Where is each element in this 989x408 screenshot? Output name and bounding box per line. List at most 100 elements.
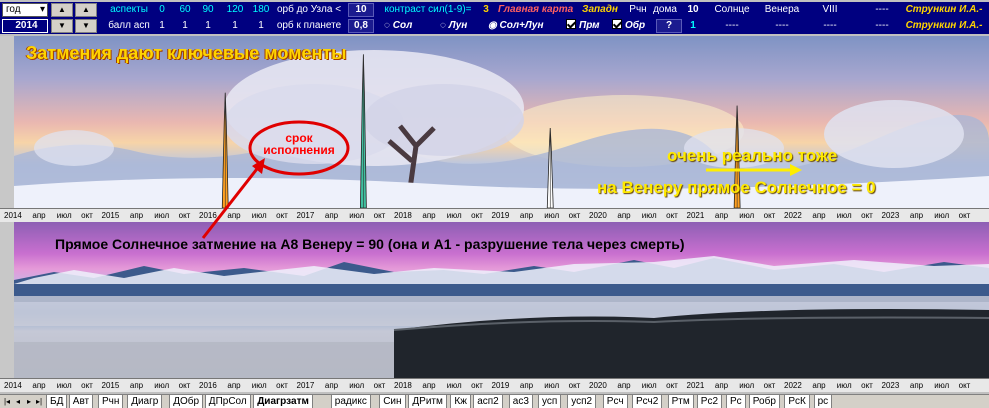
axis-year-label: 2018 (394, 381, 412, 390)
contrast-value[interactable]: 3 (480, 2, 492, 18)
axis-year-label: 2022 (784, 381, 802, 390)
axis-year-label: 2017 (296, 211, 315, 220)
axis-month-label: окт (763, 381, 776, 390)
option-moon[interactable]: ◌ Лун (440, 18, 480, 34)
orb-node-value[interactable]: 10 (348, 3, 374, 17)
sheet-tab[interactable]: БД (46, 395, 68, 408)
point-120[interactable]: 1 (224, 18, 246, 34)
axis-month-label: окт (471, 211, 483, 220)
deadline-oval-text: срок исполнения (263, 131, 335, 157)
sheet-tab[interactable]: Авт (68, 395, 94, 408)
scroll-down-button-2[interactable]: ▼ (75, 19, 97, 33)
axis-year-label: 2020 (589, 381, 607, 390)
checkbox-reverse[interactable]: Обр (612, 18, 652, 34)
time-axis-bottom: 2014 апр июл окт 2015 апр июл окт 2016 апр июл окт 2… (0, 378, 989, 392)
axis-month-label: июл (544, 381, 560, 390)
sun-label: Солнце (714, 4, 750, 15)
axis-month-label: окт (666, 211, 678, 220)
scroll-up-button[interactable]: ▲ (51, 3, 73, 17)
sheet-tab[interactable]: радикс (330, 395, 371, 408)
aspect-0: 0 (159, 4, 165, 15)
axis-year-label: 2023 (881, 381, 900, 390)
houses-value[interactable]: 10 (684, 2, 702, 18)
axis-month-label: июл (739, 211, 755, 220)
contrast-label: контраст сил(1-9)= (384, 4, 472, 15)
axis-year-label: 2016 (199, 381, 217, 390)
author-label-2: Стрункин И.А.- (905, 20, 983, 31)
option-sun[interactable]: ◌ Сол (384, 18, 424, 34)
sheet-tab[interactable]: Робр (748, 395, 780, 408)
axis-month-label: апр (812, 211, 826, 220)
axis-year-label: 2014 (4, 381, 22, 390)
chevron-down-icon: ▾ (39, 4, 45, 15)
axis-month-label: окт (373, 211, 386, 220)
axis-month-label: апр (129, 381, 144, 390)
note-main: Прямое Солнечное затмение на А8 Венеру =… (55, 236, 685, 252)
aspect-120: 120 (226, 4, 244, 15)
axis-month-label: апр (227, 211, 241, 220)
sheet-tab[interactable]: Рс2 (696, 395, 723, 408)
sheet-tab[interactable]: ДОбр (169, 395, 204, 408)
axis-year-label: 2015 (101, 381, 120, 390)
axis-month-label: июл (446, 211, 462, 220)
aspect-90: 90 (202, 4, 214, 15)
axis-month-label: апр (909, 211, 924, 220)
sheet-tab[interactable]: Рс (726, 395, 746, 408)
last-sheet-icon[interactable]: ▸| (34, 395, 44, 408)
sheet-tab[interactable]: усп (538, 395, 562, 408)
sheet-tab[interactable]: усп2 (567, 395, 597, 408)
axis-year-label: 2015 (101, 211, 120, 220)
axis-month-label: окт (958, 211, 971, 220)
houses-label: дома (653, 4, 677, 15)
rchn-label: Рчн (629, 4, 647, 15)
point-90[interactable]: 1 (200, 18, 216, 34)
prev-sheet-icon[interactable]: ◂ (13, 395, 23, 408)
sheet-tab[interactable]: Рчн (98, 395, 124, 408)
sheet-tab[interactable]: Рсч2 (632, 395, 663, 408)
orb-planet-value[interactable]: 0,8 (348, 19, 374, 33)
sheet-tab[interactable]: Рсч (602, 395, 628, 408)
first-sheet-icon[interactable]: |◂ (2, 395, 12, 408)
radio-icon: ◌ (440, 20, 449, 31)
axis-month-label: окт (81, 211, 93, 220)
aspect-180: 180 (252, 4, 270, 15)
scroll-up-button-2[interactable]: ▲ (75, 3, 97, 17)
axis-month-label: окт (178, 381, 191, 390)
axis-year-label: 2021 (686, 381, 705, 390)
point-60[interactable]: 1 (177, 18, 193, 34)
point-180[interactable]: 1 (250, 18, 272, 34)
axis-month-label: апр (32, 381, 46, 390)
checkbox-direct[interactable]: Прм (566, 18, 606, 34)
axis-month-label: июл (349, 211, 365, 220)
help-button[interactable]: ? (656, 19, 682, 33)
axis-month-label: апр (129, 211, 144, 220)
axis-month-label: июл (349, 381, 365, 390)
year-field[interactable]: 2014 (2, 19, 48, 33)
period-select[interactable]: год ▾ (2, 3, 48, 17)
sheet-tab[interactable]: асп2 (473, 395, 503, 408)
sheet-tab[interactable]: Диагр (127, 395, 163, 408)
option-sun-moon[interactable]: ◉ Сол+Лун (488, 18, 554, 34)
note-venus: на Венеру прямое Солнечное = 0 (597, 178, 876, 197)
scroll-down-button[interactable]: ▼ (51, 19, 73, 33)
header-row-2: 2014 ▼ ▼ балл асп 1 1 1 1 1 орб к планет… (0, 18, 989, 34)
axis-month-label: апр (714, 211, 729, 220)
sheet-tab[interactable]: Кж (450, 395, 471, 408)
sheet-tab[interactable]: Син (379, 395, 406, 408)
axis-month-label: июл (446, 381, 462, 390)
axis-month-label: июл (154, 211, 170, 220)
axis-month-label: апр (227, 381, 241, 390)
sheet-tab[interactable]: ДПрСол (204, 395, 251, 408)
axis-month-label: окт (373, 381, 386, 390)
sheet-tab[interactable]: РсК (784, 395, 810, 408)
sheet-tab[interactable]: Ртм (667, 395, 694, 408)
axis-month-label: апр (32, 211, 46, 220)
next-sheet-icon[interactable]: ▸ (24, 395, 34, 408)
sheet-tab[interactable]: ДРитм (408, 395, 447, 408)
sheet-tab[interactable]: Диагрзатм (253, 395, 313, 408)
axis-month-label: окт (568, 381, 581, 390)
sheet-tab[interactable]: рс (813, 395, 833, 408)
sheet-tab[interactable]: ас3 (508, 395, 533, 408)
point-0[interactable]: 1 (155, 18, 169, 34)
axis-month-label: окт (178, 211, 191, 220)
